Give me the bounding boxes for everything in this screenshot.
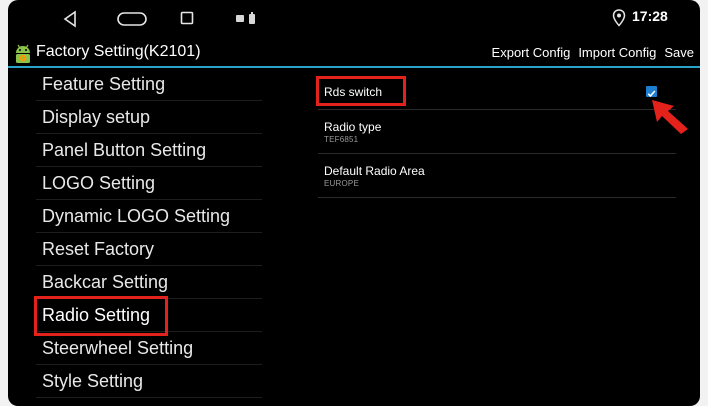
highlight-box-rds-switch [316,76,406,106]
app-bar: Factory Setting(K2101) Export Config Imp… [8,38,700,68]
device-screen: 17:28 Factory Setting(K2101) Export Conf… [8,0,700,406]
highlight-box-radio-setting [34,296,168,336]
menu-item-display-setup[interactable]: Display setup [36,101,262,134]
page-title: Factory Setting(K2101) [36,43,201,60]
status-bar: 17:28 [8,0,700,38]
menu-item-dynamic-logo-setting[interactable]: Dynamic LOGO Setting [36,200,262,233]
back-icon[interactable] [62,10,78,28]
menu-item-style-setting[interactable]: Style Setting [36,365,262,398]
radio-type-row[interactable]: Radio type TEF6851 [318,110,676,154]
notification-icon [236,12,255,24]
red-pointer-arrow-icon [652,100,688,134]
menu-item-panel-button-setting[interactable]: Panel Button Setting [36,134,262,167]
radio-type-label: Radio type [324,120,382,134]
app-bar-actions: Export Config Import Config Save [492,45,694,60]
menu-item-steerwheel-setting[interactable]: Steerwheel Setting [36,332,262,365]
recents-icon[interactable] [180,11,194,25]
menu-item-logo-setting[interactable]: LOGO Setting [36,167,262,200]
location-icon [612,9,626,27]
import-config-button[interactable]: Import Config [578,45,656,60]
settings-menu: Feature Setting Display setup Panel Butt… [36,68,262,398]
menu-item-backcar-setting[interactable]: Backcar Setting [36,266,262,299]
menu-item-feature-setting[interactable]: Feature Setting [36,68,262,101]
menu-item-reset-factory[interactable]: Reset Factory [36,233,262,266]
export-config-button[interactable]: Export Config [492,45,571,60]
default-radio-area-row[interactable]: Default Radio Area EUROPE [318,154,676,198]
radio-type-value: TEF6851 [324,135,359,144]
default-radio-area-value: EUROPE [324,179,359,188]
clock: 17:28 [632,8,668,24]
default-radio-area-label: Default Radio Area [324,164,425,178]
save-button[interactable]: Save [664,45,694,60]
home-icon[interactable] [116,10,148,28]
android-settings-icon [16,44,30,63]
